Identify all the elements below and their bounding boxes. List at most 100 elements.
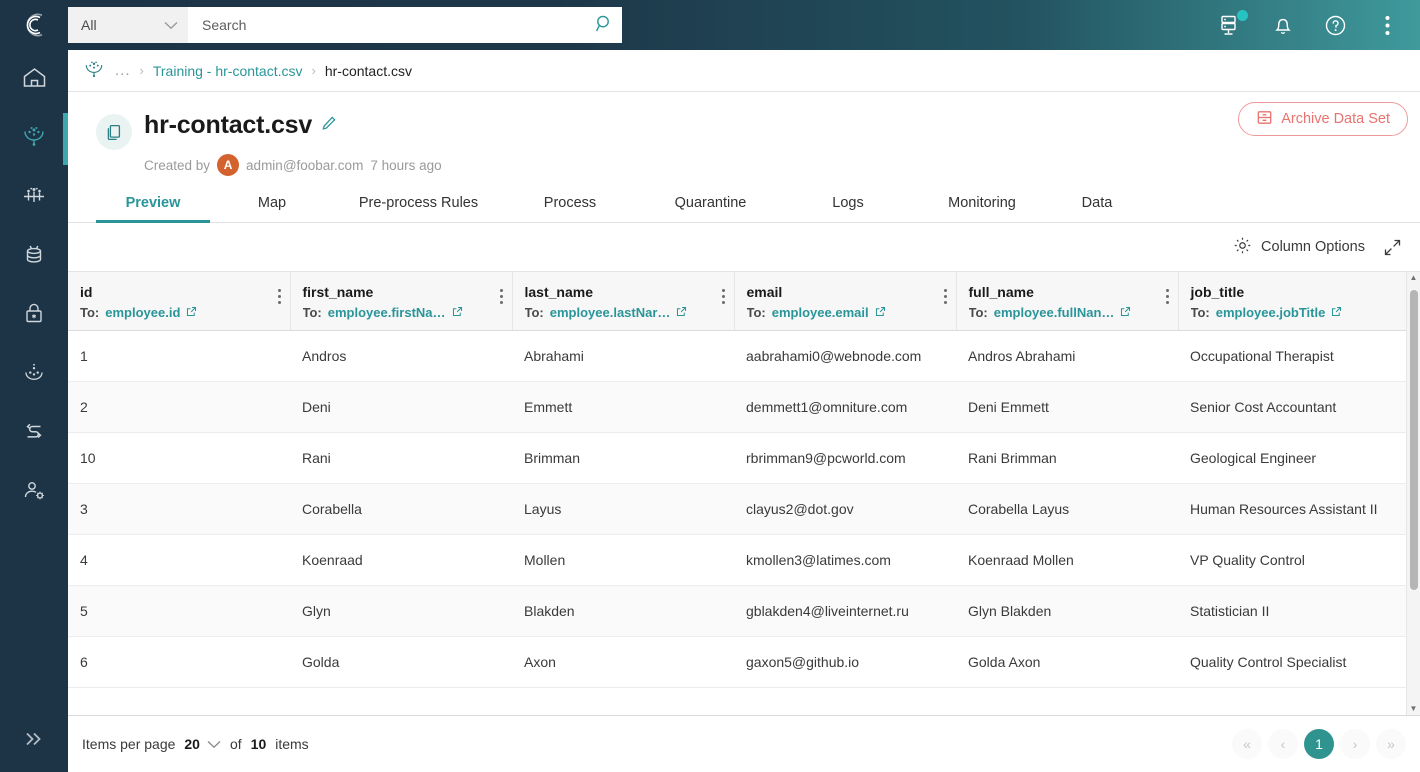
table-row[interactable]: 1 Andros Abrahami aabrahami0@webnode.com… xyxy=(68,330,1420,382)
tab-monitoring[interactable]: Monitoring xyxy=(912,195,1052,222)
map-target[interactable]: employee.jobTitle xyxy=(1216,305,1326,320)
cell-last-name: Emmett xyxy=(512,381,734,433)
cell-job-title: Senior Cost Accountant xyxy=(1178,381,1420,433)
column-mapping: To: employee.jobTitle xyxy=(1191,305,1420,320)
last-page-button[interactable]: » xyxy=(1376,729,1406,759)
page-1-button[interactable]: 1 xyxy=(1304,729,1334,759)
map-target[interactable]: employee.firstNa… xyxy=(328,305,446,320)
table-row[interactable]: 10 Rani Brimman rbrimman9@pcworld.com Ra… xyxy=(68,432,1420,484)
map-target[interactable]: employee.email xyxy=(772,305,869,320)
items-per-page-select[interactable]: 20 xyxy=(184,736,221,752)
table-row[interactable]: 3 Corabella Layus clayus2@dot.gov Corabe… xyxy=(68,483,1420,535)
tab-pre-process-rules[interactable]: Pre-process Rules xyxy=(334,195,503,222)
column-menu-icon[interactable] xyxy=(721,289,725,304)
tab-data[interactable]: Data xyxy=(1052,195,1142,222)
tab-quarantine[interactable]: Quarantine xyxy=(637,195,784,222)
external-link-icon[interactable] xyxy=(186,305,197,320)
tab-map[interactable]: Map xyxy=(210,195,334,222)
column-menu-icon[interactable] xyxy=(1165,289,1169,304)
search-input[interactable] xyxy=(188,7,586,43)
map-target[interactable]: employee.id xyxy=(105,305,180,320)
scrollbar-thumb[interactable] xyxy=(1409,290,1418,590)
column-name: last_name xyxy=(524,284,593,300)
search-scope-select[interactable]: All xyxy=(68,7,188,43)
map-target[interactable]: employee.fullNan… xyxy=(994,305,1115,320)
sidebar-expand-button[interactable] xyxy=(0,710,68,772)
table-row[interactable]: 6 Golda Axon gaxon5@github.io Golda Axon… xyxy=(68,636,1420,688)
table-row[interactable]: 5 Glyn Blakden gblakden4@liveinternet.ru… xyxy=(68,585,1420,637)
sidebar-item-data-sets[interactable] xyxy=(0,109,68,168)
expand-diagonal-icon[interactable] xyxy=(1383,238,1402,257)
external-link-icon[interactable] xyxy=(875,305,886,320)
column-options-button[interactable]: Column Options xyxy=(1233,236,1365,259)
sidebar-item-security[interactable] xyxy=(0,286,68,345)
cell-last-name: Abrahami xyxy=(512,330,734,382)
tab-process[interactable]: Process xyxy=(503,195,637,222)
table-vertical-scrollbar[interactable]: ▲ ▼ xyxy=(1406,272,1420,715)
scroll-up-arrow-icon[interactable]: ▲ xyxy=(1410,274,1418,282)
external-link-icon[interactable] xyxy=(1331,305,1342,320)
top-bar: All xyxy=(0,0,1420,50)
sidebar-item-admin[interactable] xyxy=(0,463,68,522)
archive-data-set-button[interactable]: Archive Data Set xyxy=(1238,102,1408,136)
cell-full-name: Golda Axon xyxy=(956,636,1178,688)
pencil-icon[interactable] xyxy=(321,115,337,136)
map-target[interactable]: employee.lastNar… xyxy=(550,305,671,320)
more-menu-icon[interactable] xyxy=(1374,12,1400,38)
column-header-job-title[interactable]: job_title To: employee.jobTitle xyxy=(1178,272,1420,331)
column-header-full-name[interactable]: full_name To: employee.fullNan… xyxy=(956,272,1179,331)
notification-badge xyxy=(1237,10,1248,21)
cell-last-name: Blakden xyxy=(512,585,734,637)
topbar-actions xyxy=(1218,10,1420,38)
table-header-row: id To: employee.id first_name To: employ… xyxy=(68,272,1420,331)
of-label: of xyxy=(229,736,242,752)
sidebar-item-discovery[interactable] xyxy=(0,345,68,404)
server-tasks-icon[interactable] xyxy=(1218,10,1248,38)
table-row[interactable]: 4 Koenraad Mollen kmollen3@latimes.com K… xyxy=(68,534,1420,586)
column-header-email[interactable]: email To: employee.email xyxy=(734,272,957,331)
question-circle-icon[interactable] xyxy=(1322,12,1348,38)
created-by-label: Created by xyxy=(144,157,211,173)
cell-email: clayus2@dot.gov xyxy=(734,483,956,535)
table-row[interactable]: 2 Deni Emmett demmett1@omniture.com Deni… xyxy=(68,381,1420,433)
external-link-icon[interactable] xyxy=(1120,305,1131,320)
column-menu-icon[interactable] xyxy=(277,289,281,304)
app-logo[interactable] xyxy=(0,0,68,50)
search-button[interactable] xyxy=(586,7,622,43)
cell-last-name: Mollen xyxy=(512,534,734,586)
column-header-first-name[interactable]: first_name To: employee.firstNa… xyxy=(290,272,513,331)
tab-preview[interactable]: Preview xyxy=(96,195,210,223)
first-page-button[interactable]: « xyxy=(1232,729,1262,759)
column-header-last-name[interactable]: last_name To: employee.lastNar… xyxy=(512,272,735,331)
home-icon xyxy=(21,64,48,96)
prev-page-button[interactable]: ‹ xyxy=(1268,729,1298,759)
cell-email: rbrimman9@pcworld.com xyxy=(734,432,956,484)
cell-first-name: Koenraad xyxy=(290,534,512,586)
column-menu-icon[interactable] xyxy=(499,289,503,304)
column-menu-icon[interactable] xyxy=(943,289,947,304)
table-footer: Items per page 20 of 10 items « ‹ 1 › » xyxy=(68,715,1420,772)
tab-label: Monitoring xyxy=(948,195,1016,211)
breadcrumb-ellipsis[interactable]: ... xyxy=(115,62,131,79)
sidebar-item-databases[interactable] xyxy=(0,227,68,286)
tab-label: Map xyxy=(257,195,287,211)
column-name: full_name xyxy=(968,284,1034,300)
tab-label: Quarantine xyxy=(674,195,747,211)
sidebar-item-home[interactable] xyxy=(0,50,68,109)
scroll-down-arrow-icon[interactable]: ▼ xyxy=(1410,705,1418,713)
cell-full-name: Deni Emmett xyxy=(956,381,1178,433)
sidebar-item-flows[interactable] xyxy=(0,404,68,463)
items-per-page-value: 20 xyxy=(184,736,200,752)
tab-logs[interactable]: Logs xyxy=(784,195,912,222)
next-page-button[interactable]: › xyxy=(1340,729,1370,759)
breadcrumb-parent-link[interactable]: Training - hr-contact.csv xyxy=(153,63,303,79)
cell-email: gblakden4@liveinternet.ru xyxy=(734,585,956,637)
pipeline-icon xyxy=(20,181,48,214)
external-link-icon[interactable] xyxy=(452,305,463,320)
external-link-icon[interactable] xyxy=(676,305,687,320)
sidebar-item-pipelines[interactable] xyxy=(0,168,68,227)
cell-first-name: Golda xyxy=(290,636,512,688)
page-title: hr-contact.csv xyxy=(144,111,313,139)
bell-icon[interactable] xyxy=(1270,12,1296,38)
column-header-id[interactable]: id To: employee.id xyxy=(68,272,291,331)
